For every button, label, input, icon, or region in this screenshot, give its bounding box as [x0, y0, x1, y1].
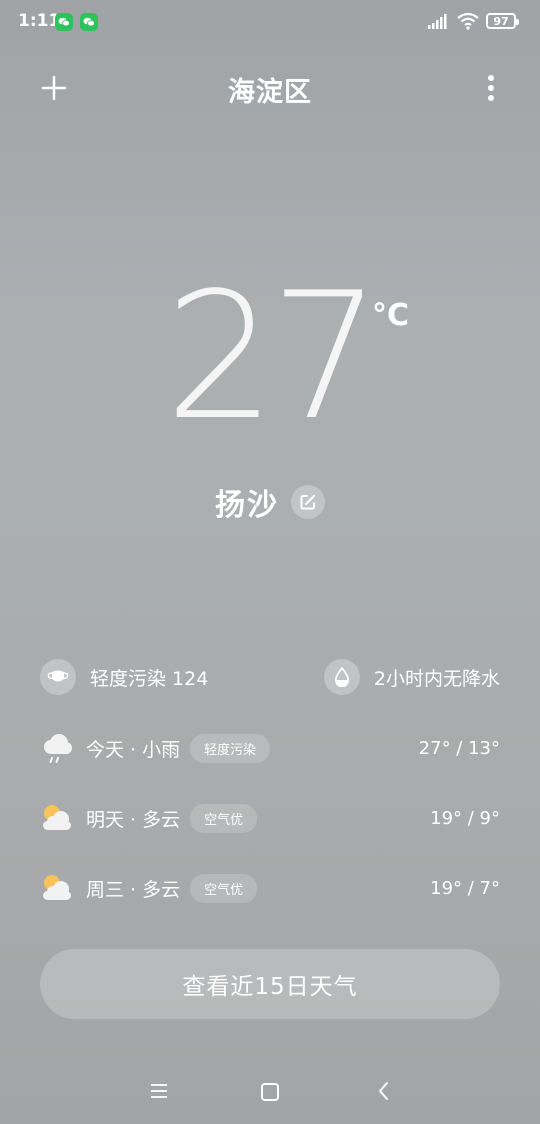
- forecast-temperature: 19° / 9°: [430, 807, 500, 829]
- view-15-day-button[interactable]: 查看近15日天气: [40, 949, 500, 1019]
- partly-cloudy-icon: [40, 801, 74, 835]
- rain-cloud-icon: [40, 731, 74, 765]
- edit-icon[interactable]: [291, 485, 325, 519]
- more-vertical-icon[interactable]: [475, 72, 507, 104]
- home-icon[interactable]: [260, 1082, 280, 1102]
- precipitation-info[interactable]: 2小时内无降水: [323, 659, 500, 695]
- forecast-row-today[interactable]: 今天 · 小雨 轻度污染 27° / 13°: [40, 728, 500, 768]
- partly-cloudy-icon: [40, 871, 74, 905]
- battery-indicator: 97: [486, 13, 519, 29]
- forecast-day: 今天 · 小雨: [86, 738, 181, 761]
- precipitation-label: 2小时内无降水: [373, 667, 500, 690]
- location-title[interactable]: 海淀区: [0, 70, 540, 109]
- forecast-row-tomorrow[interactable]: 明天 · 多云 空气优 19° / 9°: [40, 798, 500, 838]
- air-quality-label: 轻度污染 124: [90, 667, 209, 690]
- forecast-day: 明天 · 多云: [86, 808, 181, 831]
- wechat-icon: [55, 13, 73, 31]
- air-quality-badge: 轻度污染: [190, 733, 271, 763]
- mask-icon: [40, 659, 76, 695]
- forecast-day: 周三 · 多云: [86, 878, 181, 901]
- air-quality-badge: 空气优: [190, 803, 258, 833]
- signal-icon: [428, 14, 447, 29]
- water-drop-icon: [323, 659, 360, 695]
- forecast-row-wednesday[interactable]: 周三 · 多云 空气优 19° / 7°: [40, 868, 500, 908]
- menu-icon[interactable]: [148, 1082, 170, 1100]
- status-time: 1:11: [18, 11, 61, 31]
- temperature-unit: °C: [372, 298, 410, 333]
- current-temperature: 27: [164, 256, 382, 459]
- back-icon[interactable]: [374, 1080, 394, 1102]
- forecast-temperature: 27° / 13°: [418, 737, 500, 759]
- wechat-icon: [80, 13, 98, 31]
- forecast-temperature: 19° / 7°: [430, 877, 500, 899]
- air-quality[interactable]: 轻度污染 124: [40, 659, 208, 695]
- wifi-icon: [457, 12, 479, 30]
- air-quality-badge: 空气优: [190, 873, 258, 903]
- current-condition-row: 扬沙: [0, 480, 540, 524]
- current-condition: 扬沙: [215, 488, 279, 523]
